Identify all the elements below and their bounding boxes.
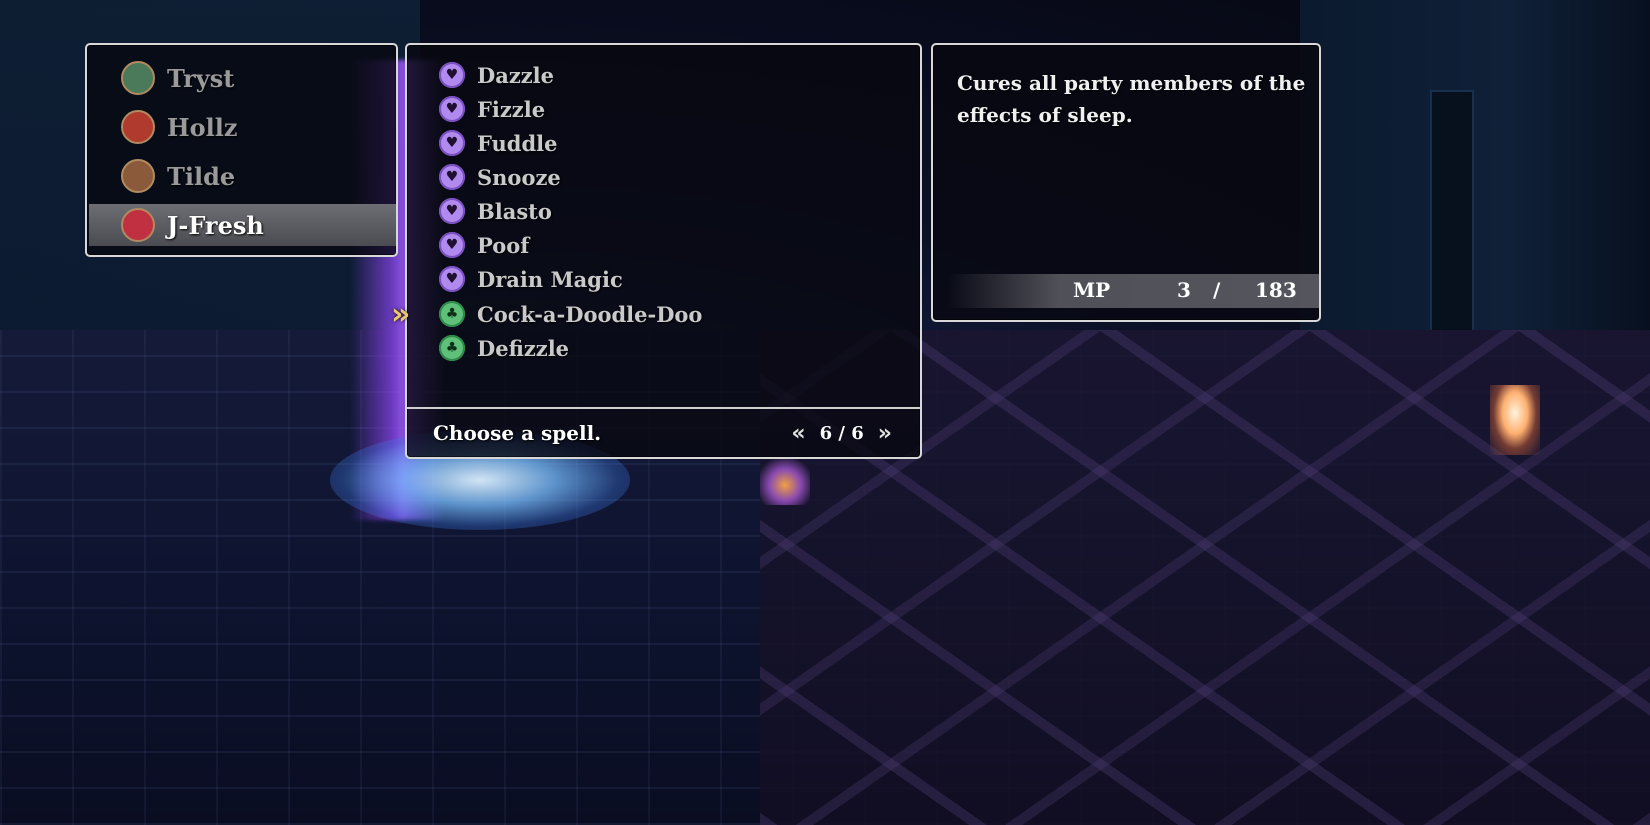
party-member-tryst[interactable]: Tryst	[89, 57, 396, 99]
purple-spell-icon: ♥	[439, 232, 465, 258]
tilde-avatar-icon	[121, 159, 155, 193]
mp-cost: 3	[1177, 278, 1191, 302]
purple-spell-icon: ♥	[439, 62, 465, 88]
spell-dazzle[interactable]: ♥ Dazzle	[439, 60, 554, 90]
spell-name: Drain Magic	[477, 266, 623, 292]
page-indicator: « 6 / 6 »	[791, 421, 892, 446]
party-member-name: Tryst	[167, 63, 235, 93]
spell-cock-a-doodle-doo[interactable]: ♣ Cock-a-Doodle-Doo	[439, 299, 702, 329]
spell-name: Snooze	[477, 164, 561, 190]
page-number: 6 / 6	[819, 422, 864, 444]
green-spell-icon: ♣	[439, 301, 465, 327]
spell-drain-magic[interactable]: ♥ Drain Magic	[439, 264, 623, 294]
spell-description-panel: Cures all party members of the effects o…	[931, 43, 1321, 322]
footer-prompt: Choose a spell.	[433, 421, 602, 445]
spell-name: Blasto	[477, 198, 552, 224]
spell-name: Dazzle	[477, 62, 555, 88]
party-member-tilde[interactable]: Tilde	[89, 155, 396, 197]
party-member-name: Tilde	[167, 161, 236, 191]
spell-name: Cock-a-Doodle-Doo	[477, 301, 703, 327]
mp-label: MP	[1073, 278, 1111, 302]
player-character	[760, 455, 810, 505]
selection-cursor-icon: »	[391, 297, 411, 332]
spell-name: Defizzle	[477, 335, 570, 361]
purple-spell-icon: ♥	[439, 164, 465, 190]
spell-blasto[interactable]: ♥ Blasto	[439, 196, 552, 226]
green-spell-icon: ♣	[439, 335, 465, 361]
spell-list-panel: » ♥ Dazzle ♥ Fizzle ♥ Fuddle ♥ Snooze ♥ …	[391, 43, 922, 459]
wall-torch-icon	[1490, 385, 1540, 455]
page-prev-icon[interactable]: «	[791, 421, 805, 446]
mp-separator: /	[1213, 278, 1221, 302]
purple-spell-icon: ♥	[439, 198, 465, 224]
j-fresh-avatar-icon	[121, 208, 155, 242]
page-next-icon[interactable]: »	[878, 421, 892, 446]
spell-description: Cures all party members of the effects o…	[957, 71, 1306, 127]
spell-defizzle[interactable]: ♣ Defizzle	[439, 333, 569, 363]
spell-list-footer: Choose a spell. « 6 / 6 »	[407, 407, 920, 457]
party-member-hollz[interactable]: Hollz	[89, 106, 396, 148]
purple-spell-icon: ♥	[439, 130, 465, 156]
tryst-avatar-icon	[121, 61, 155, 95]
party-member-name: Hollz	[167, 112, 238, 142]
spell-name: Fuddle	[477, 130, 558, 156]
purple-spell-icon: ♥	[439, 96, 465, 122]
spell-name: Fizzle	[477, 96, 546, 122]
party-member-j-fresh[interactable]: J-Fresh	[89, 204, 396, 246]
spell-fizzle[interactable]: ♥ Fizzle	[439, 94, 545, 124]
spell-name: Poof	[477, 232, 530, 258]
mp-total: 183	[1255, 278, 1297, 302]
party-panel: Tryst Hollz Tilde J-Fresh	[85, 43, 398, 257]
spell-poof[interactable]: ♥ Poof	[439, 230, 529, 260]
spell-fuddle[interactable]: ♥ Fuddle	[439, 128, 558, 158]
spell-snooze[interactable]: ♥ Snooze	[439, 162, 561, 192]
purple-spell-icon: ♥	[439, 266, 465, 292]
mp-bar: MP 3 / 183	[947, 274, 1319, 308]
party-member-name: J-Fresh	[167, 210, 264, 240]
hollz-avatar-icon	[121, 110, 155, 144]
